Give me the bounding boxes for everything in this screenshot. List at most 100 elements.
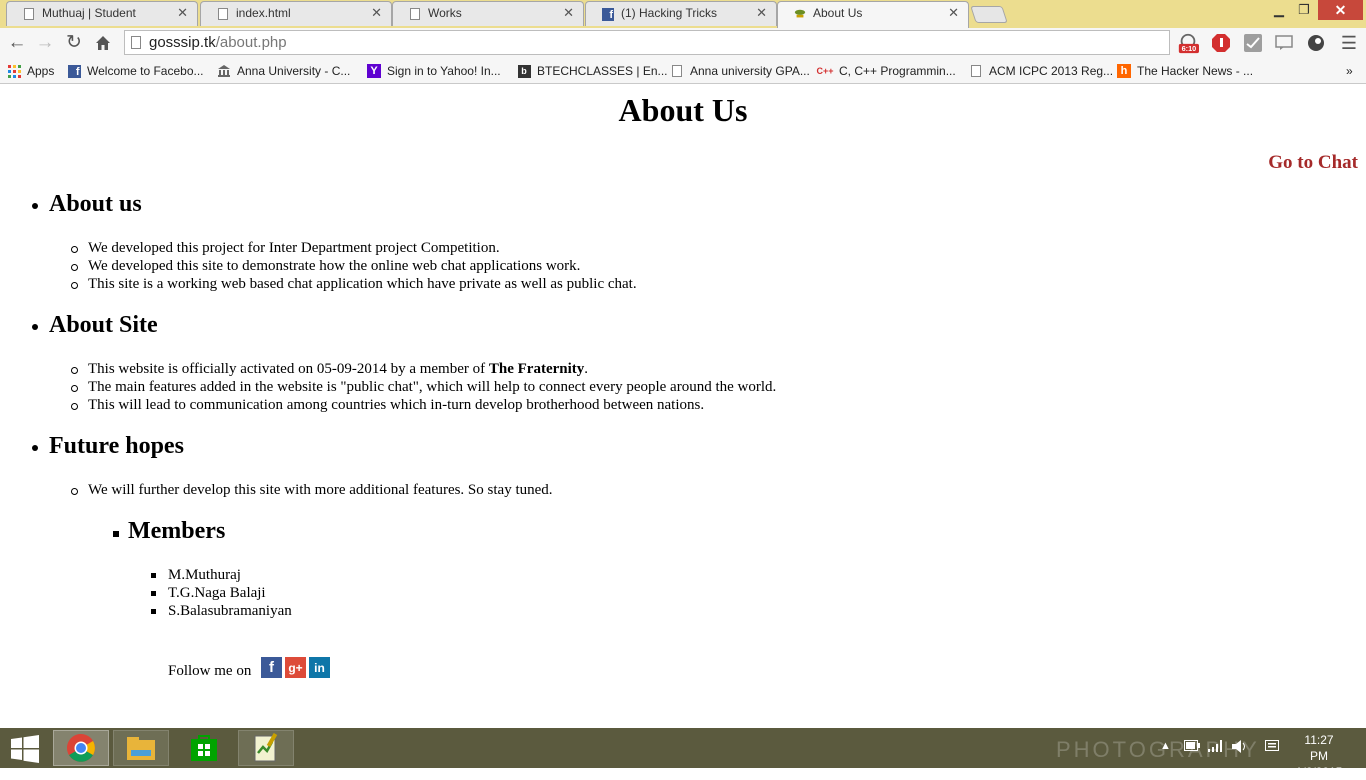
- windows-store-icon[interactable]: [176, 730, 232, 766]
- bookmark-label: ACM ICPC 2013 Reg...: [989, 64, 1114, 78]
- list-bullet: [71, 403, 78, 410]
- list-bullet: [32, 324, 38, 330]
- page-icon: [217, 7, 229, 21]
- list-bullet: [71, 246, 78, 253]
- system-clock[interactable]: 11:27 PM 1/6/2015: [1294, 732, 1344, 780]
- bookmark-label: The Hacker News - ...: [1137, 64, 1254, 78]
- list-item: The main features added in the website i…: [88, 379, 777, 395]
- bookmark-cpp-programming[interactable]: C++ C, C++ Programmin...: [817, 62, 956, 80]
- close-tab-icon[interactable]: ✕: [177, 5, 188, 21]
- page-icon: [670, 64, 684, 78]
- forward-arrow-icon[interactable]: →: [34, 31, 56, 55]
- window-close-button[interactable]: ✕: [1318, 0, 1363, 20]
- bookmark-label: Sign in to Yahoo! In...: [387, 64, 501, 78]
- list-bullet: [151, 591, 156, 596]
- members-title: Members: [128, 518, 226, 544]
- list-bullet: [151, 609, 156, 614]
- member-name: T.G.Naga Balaji: [168, 585, 266, 601]
- page-icon: [969, 64, 983, 78]
- cpp-icon: C++: [816, 66, 834, 76]
- tab-title: Works: [428, 6, 462, 20]
- show-hidden-icons[interactable]: ▲: [1160, 740, 1171, 752]
- notepad-plus-plus-icon[interactable]: [238, 730, 294, 766]
- bookmark-anna-gpa[interactable]: Anna university GPA...: [670, 62, 810, 80]
- speed-dial-extension-icon[interactable]: 6:10: [1177, 32, 1199, 54]
- list-item: This site is a working web based chat ap…: [88, 276, 637, 292]
- home-icon[interactable]: [92, 31, 114, 55]
- site-favicon: [794, 7, 806, 21]
- minimize-icon[interactable]: ▁: [1266, 0, 1292, 20]
- bookmark-label: C, C++ Programmin...: [839, 64, 956, 78]
- checkmark-extension-icon[interactable]: [1242, 32, 1264, 54]
- list-bullet: [151, 573, 156, 578]
- list-item: We developed this site to demonstrate ho…: [88, 258, 581, 274]
- tab-index-html[interactable]: index.html ✕: [200, 1, 392, 26]
- list-bullet: [71, 264, 78, 271]
- bookmark-anna-university[interactable]: Anna University - C...: [217, 62, 350, 80]
- bookmark-btechclasses[interactable]: b BTECHCLASSES | En...: [517, 62, 668, 80]
- list-item: We developed this project for Inter Depa…: [88, 240, 500, 256]
- list-bullet: [32, 445, 38, 451]
- tab-hacking-tricks[interactable]: f (1) Hacking Tricks ✕: [585, 1, 777, 26]
- page-icon: [23, 7, 35, 21]
- tab-works[interactable]: Works ✕: [392, 1, 584, 26]
- back-arrow-icon[interactable]: ←: [6, 31, 28, 55]
- adblock-icon[interactable]: [1210, 32, 1232, 54]
- member-name: M.Muthuraj: [168, 567, 241, 583]
- hackernews-icon: h: [1117, 64, 1131, 78]
- bookmark-facebook[interactable]: f Welcome to Facebo...: [67, 62, 204, 80]
- bookmarks-overflow-button[interactable]: »: [1346, 62, 1353, 80]
- action-center-icon[interactable]: [1265, 740, 1279, 756]
- bookmark-apps[interactable]: Apps: [7, 62, 54, 80]
- bookmark-acm-icpc[interactable]: ACM ICPC 2013 Reg...: [969, 62, 1113, 80]
- bookmarks-bar: Apps f Welcome to Facebo... Anna Univers…: [0, 58, 1366, 84]
- facebook-icon[interactable]: f: [261, 657, 282, 678]
- list-item: We will further develop this site with m…: [88, 482, 553, 498]
- page-info-icon[interactable]: [131, 36, 141, 49]
- go-to-chat-link[interactable]: Go to Chat: [1268, 152, 1358, 174]
- list-bullet: [71, 488, 78, 495]
- tab-title: index.html: [236, 6, 291, 20]
- list-bullet: [32, 203, 38, 209]
- bookmark-hacker-news[interactable]: h The Hacker News - ...: [1117, 62, 1253, 80]
- page-title: About Us: [618, 92, 748, 128]
- yahoo-icon: Y: [367, 64, 381, 78]
- tab-muthuaj-student[interactable]: Muthuaj | Student ✕: [6, 1, 198, 26]
- fraternity-name: The Fraternity: [488, 361, 585, 377]
- address-bar[interactable]: gosssip.tk/about.php: [124, 30, 1170, 55]
- url-text: gosssip.tk/about.php: [149, 34, 287, 51]
- close-tab-icon[interactable]: ✕: [563, 5, 574, 21]
- reload-icon[interactable]: ↻: [63, 31, 85, 55]
- member-name: S.Balasubramaniyan: [168, 603, 292, 619]
- tab-about-us[interactable]: About Us ✕: [777, 1, 969, 28]
- close-tab-icon[interactable]: ✕: [371, 5, 382, 21]
- menu-icon[interactable]: ☰: [1338, 32, 1360, 54]
- chat-bubble-icon[interactable]: [1273, 32, 1295, 54]
- chrome-taskbar-icon[interactable]: [53, 730, 109, 766]
- battery-icon[interactable]: [1184, 740, 1200, 754]
- windows-taskbar: PHOTOGRAPHY ▲ 11:27 PM 1/6/2015: [0, 728, 1366, 779]
- bookmark-label: BTECHCLASSES | En...: [537, 64, 668, 78]
- page-icon: [409, 7, 421, 21]
- steam-icon[interactable]: [1305, 32, 1327, 54]
- windows-start-icon[interactable]: [0, 730, 50, 766]
- close-tab-icon[interactable]: ✕: [756, 5, 767, 21]
- extension-badge: 6:10: [1182, 44, 1197, 53]
- new-tab-button[interactable]: [970, 6, 1008, 23]
- network-signal-icon[interactable]: [1208, 740, 1224, 755]
- facebook-icon: f: [602, 7, 614, 21]
- maximize-icon[interactable]: ❐: [1291, 0, 1317, 20]
- facebook-icon: f: [67, 64, 81, 78]
- volume-icon[interactable]: [1232, 740, 1248, 756]
- tab-title: About Us: [813, 6, 863, 20]
- university-icon: [217, 64, 231, 78]
- bookmark-yahoo[interactable]: Y Sign in to Yahoo! In...: [367, 62, 501, 80]
- follow-text: Follow me on: [168, 663, 252, 679]
- list-bullet: [71, 385, 78, 392]
- linkedin-icon[interactable]: in: [309, 657, 330, 678]
- google-plus-icon[interactable]: g+: [285, 657, 306, 678]
- file-explorer-icon[interactable]: [113, 730, 169, 766]
- list-item: This will lead to communication among co…: [88, 397, 705, 413]
- close-tab-icon[interactable]: ✕: [948, 5, 959, 21]
- section-title-future-hopes: Future hopes: [49, 433, 184, 459]
